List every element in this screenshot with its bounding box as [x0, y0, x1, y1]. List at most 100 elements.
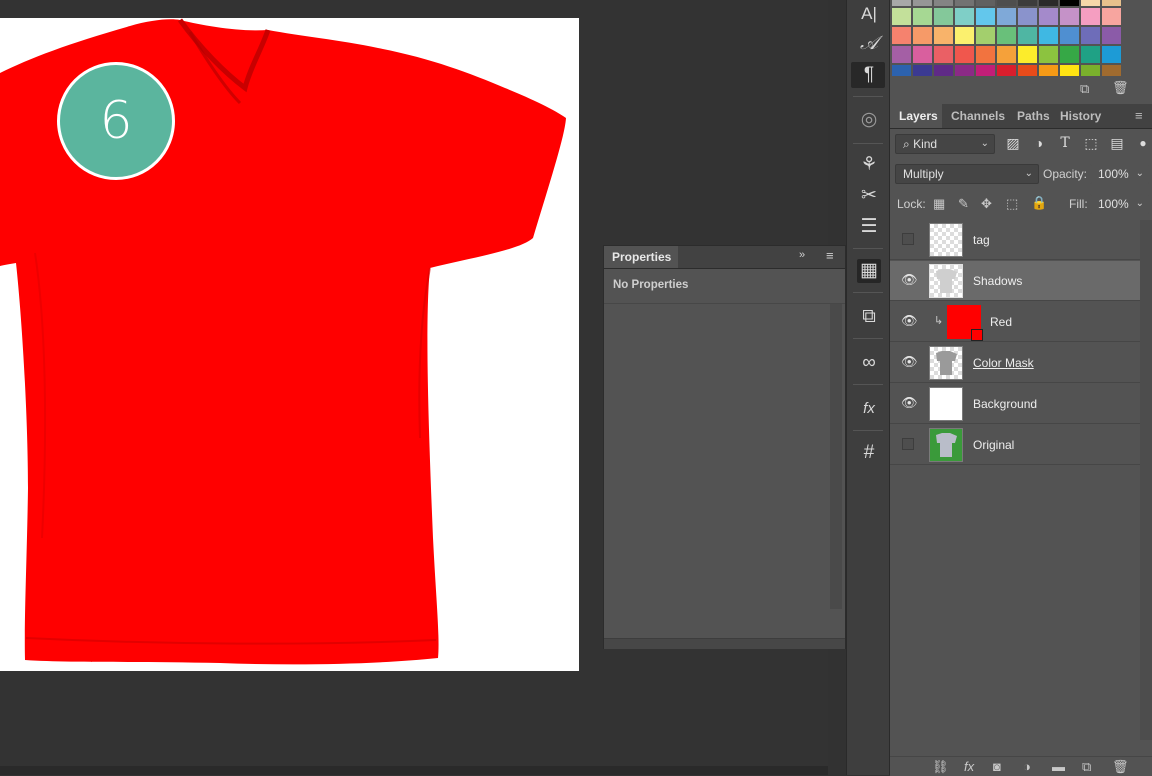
- color-swatch[interactable]: [934, 8, 953, 25]
- color-swatch[interactable]: [1060, 8, 1079, 25]
- tab-properties[interactable]: Properties: [604, 246, 678, 268]
- layer-row-tag[interactable]: tag: [890, 220, 1140, 260]
- color-swatch[interactable]: [1039, 0, 1058, 6]
- eye-icon[interactable]: 👁: [901, 314, 918, 328]
- color-swatch[interactable]: [1060, 0, 1079, 6]
- properties-resize-handle[interactable]: [604, 638, 845, 649]
- color-swatch[interactable]: [1039, 27, 1058, 44]
- color-swatch[interactable]: [1018, 0, 1037, 6]
- filter-toggle-icon[interactable]: ●: [1133, 133, 1152, 153]
- delete-swatch-icon[interactable]: 🗑: [1112, 80, 1129, 96]
- color-swatch[interactable]: [955, 8, 974, 25]
- color-swatch[interactable]: [1102, 8, 1121, 25]
- lock-image-pixels-icon[interactable]: ✎: [958, 196, 969, 212]
- layers-scrollbar[interactable]: [1140, 220, 1152, 740]
- adjustment-filter-icon[interactable]: ◑: [1029, 133, 1049, 153]
- color-swatch[interactable]: [1081, 46, 1100, 63]
- opacity-field[interactable]: 100% ⌄: [1090, 164, 1150, 184]
- tool-presets-icon[interactable]: ✂: [857, 184, 881, 208]
- paragraph-panel-icon[interactable]: ¶: [857, 63, 881, 87]
- layer-row-red[interactable]: 👁 ↳ Red: [890, 302, 1140, 342]
- creative-cloud-icon[interactable]: ∞: [857, 351, 881, 375]
- tab-history[interactable]: History: [1060, 104, 1101, 128]
- color-swatch[interactable]: [1060, 27, 1079, 44]
- layer-name[interactable]: Original: [973, 438, 1014, 452]
- lock-all-icon[interactable]: 🔒: [1031, 195, 1047, 211]
- color-swatch[interactable]: [976, 27, 995, 44]
- layer-name[interactable]: Shadows: [973, 274, 1022, 288]
- color-swatch[interactable]: [955, 27, 974, 44]
- color-swatch[interactable]: [1081, 0, 1100, 6]
- color-swatch[interactable]: [892, 0, 911, 6]
- color-swatch[interactable]: [1039, 46, 1058, 63]
- color-swatch[interactable]: [934, 46, 953, 63]
- color-swatch[interactable]: [997, 0, 1016, 6]
- color-swatch[interactable]: [1102, 46, 1121, 63]
- color-swatch[interactable]: [892, 27, 911, 44]
- styles-fx-icon[interactable]: fx: [857, 397, 881, 421]
- layer-name[interactable]: Background: [973, 397, 1037, 411]
- grid-icon[interactable]: #: [857, 441, 881, 465]
- layer-name[interactable]: Color Mask: [973, 356, 1034, 370]
- properties-panel-icon[interactable]: ▦: [857, 259, 881, 283]
- tab-channels[interactable]: Channels: [951, 104, 1005, 128]
- layer-row-background[interactable]: 👁 Background: [890, 384, 1140, 424]
- layer-row-color-mask[interactable]: 👁 Color Mask: [890, 343, 1140, 383]
- color-swatch[interactable]: [976, 8, 995, 25]
- link-layers-icon[interactable]: ⛓: [932, 759, 949, 775]
- layer-row-shadows[interactable]: 👁 Shadows: [890, 261, 1140, 301]
- color-swatch[interactable]: [1060, 46, 1079, 63]
- adjustments-icon[interactable]: ☰: [857, 215, 881, 239]
- 3d-target-icon[interactable]: ◎: [857, 108, 881, 132]
- pixel-filter-icon[interactable]: ▨: [1003, 133, 1023, 153]
- new-swatch-icon[interactable]: ⧉: [1080, 81, 1089, 97]
- new-layer-icon[interactable]: ⧉: [1082, 759, 1091, 775]
- color-swatch[interactable]: [913, 46, 932, 63]
- shape-filter-icon[interactable]: ⬚: [1081, 133, 1101, 153]
- type-filter-icon[interactable]: T: [1055, 133, 1075, 153]
- color-swatch[interactable]: [976, 0, 995, 6]
- clone-source-icon[interactable]: ⧉: [857, 305, 881, 329]
- color-swatch[interactable]: [1039, 8, 1058, 25]
- visibility-toggle-off[interactable]: [902, 233, 914, 245]
- layers-menu-icon[interactable]: ≡: [1135, 104, 1143, 128]
- eye-icon[interactable]: 👁: [901, 355, 918, 369]
- eye-icon[interactable]: 👁: [901, 273, 918, 287]
- color-swatch[interactable]: [997, 8, 1016, 25]
- blend-mode-select[interactable]: Multiply ⌄: [895, 164, 1039, 184]
- color-swatch[interactable]: [1018, 8, 1037, 25]
- layer-filter-kind-select[interactable]: ⌕ Kind ⌄: [895, 134, 995, 154]
- color-swatch[interactable]: [955, 0, 974, 6]
- color-swatch[interactable]: [1018, 27, 1037, 44]
- color-swatch[interactable]: [997, 27, 1016, 44]
- layer-row-original[interactable]: Original: [890, 425, 1140, 465]
- glyph-panel-icon[interactable]: 𝒜: [857, 32, 881, 56]
- document-canvas[interactable]: 6: [0, 18, 579, 671]
- color-swatch[interactable]: [892, 8, 911, 25]
- color-swatch[interactable]: [892, 46, 911, 63]
- color-swatch[interactable]: [976, 46, 995, 63]
- add-layer-style-icon[interactable]: fx: [964, 759, 974, 774]
- smart-object-filter-icon[interactable]: ▤: [1107, 133, 1127, 153]
- color-swatch[interactable]: [955, 46, 974, 63]
- layer-name[interactable]: tag: [973, 233, 990, 247]
- color-swatch[interactable]: [1081, 27, 1100, 44]
- horizontal-scrollbar[interactable]: [0, 766, 828, 775]
- lock-position-icon[interactable]: ✥: [981, 196, 992, 212]
- eye-icon[interactable]: 👁: [901, 396, 918, 410]
- color-swatch[interactable]: [1102, 27, 1121, 44]
- color-swatch[interactable]: [997, 46, 1016, 63]
- fill-field[interactable]: 100% ⌄: [1090, 194, 1150, 214]
- new-group-icon[interactable]: ▬: [1052, 759, 1065, 774]
- color-swatch[interactable]: [913, 0, 932, 6]
- color-swatch[interactable]: [1081, 8, 1100, 25]
- delete-layer-icon[interactable]: 🗑: [1112, 759, 1129, 775]
- lock-transparent-pixels-icon[interactable]: ▦: [933, 196, 945, 212]
- character-panel-icon[interactable]: A|: [857, 2, 881, 26]
- layer-name[interactable]: Red: [990, 315, 1012, 329]
- new-adjustment-layer-icon[interactable]: ◑: [1023, 759, 1031, 774]
- lock-artboard-icon[interactable]: ⬚: [1006, 196, 1018, 212]
- panel-menu-icon[interactable]: ≡: [826, 248, 834, 263]
- color-swatch[interactable]: [913, 27, 932, 44]
- add-mask-icon[interactable]: ◙: [993, 759, 1001, 774]
